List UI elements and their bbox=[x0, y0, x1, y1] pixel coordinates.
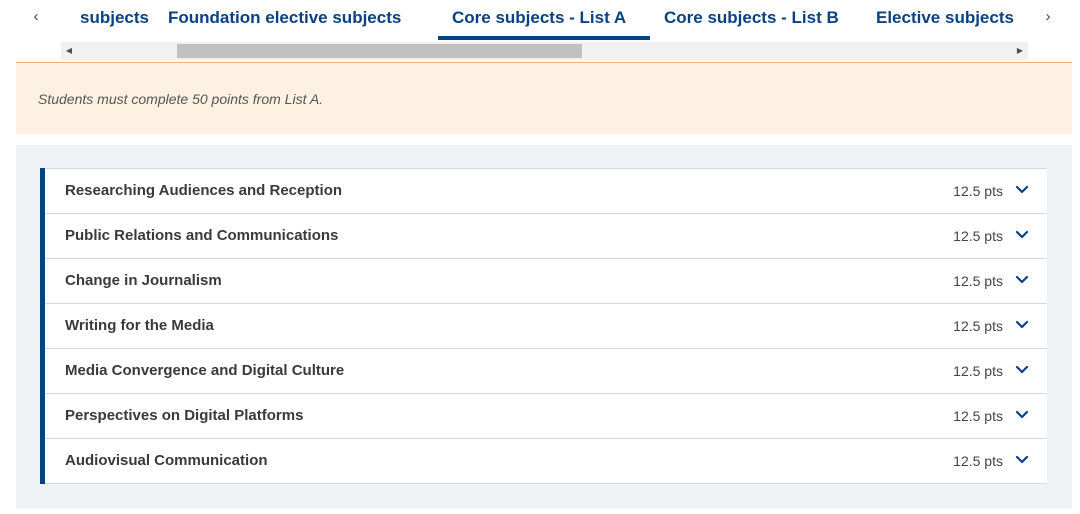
subject-row[interactable]: Researching Audiences and Reception 12.5… bbox=[45, 168, 1047, 214]
chevron-down-icon[interactable] bbox=[1015, 275, 1029, 285]
chevron-left-icon[interactable]: ‹ bbox=[25, 6, 47, 28]
chevron-down-icon[interactable] bbox=[1015, 230, 1029, 240]
chevron-down-icon[interactable] bbox=[1015, 410, 1029, 420]
subject-title: Audiovisual Communication bbox=[65, 452, 268, 469]
tab-foundation-elective-subjects[interactable]: Foundation elective subjects bbox=[154, 0, 415, 40]
chevron-down-icon[interactable] bbox=[1015, 365, 1029, 375]
horizontal-scrollbar[interactable]: ◀ ▶ bbox=[61, 42, 1028, 60]
tab-elective-subjects[interactable]: Elective subjects bbox=[862, 0, 1028, 40]
subject-points: 12.5 pts bbox=[953, 183, 1003, 199]
triangle-left-icon[interactable]: ◀ bbox=[61, 42, 77, 60]
subject-row[interactable]: Change in Journalism 12.5 pts bbox=[45, 259, 1047, 304]
chevron-down-icon[interactable] bbox=[1015, 455, 1029, 465]
chevron-down-icon[interactable] bbox=[1015, 185, 1029, 195]
subject-list: Researching Audiences and Reception 12.5… bbox=[40, 168, 1047, 484]
triangle-right-icon[interactable]: ▶ bbox=[1012, 42, 1028, 60]
subject-row[interactable]: Audiovisual Communication 12.5 pts bbox=[45, 439, 1047, 484]
tab-subjects[interactable]: subjects bbox=[66, 0, 163, 40]
subject-points: 12.5 pts bbox=[953, 408, 1003, 424]
tab-core-subjects-list-a[interactable]: Core subjects - List A bbox=[438, 0, 650, 40]
subject-title: Researching Audiences and Reception bbox=[65, 182, 343, 199]
subject-row[interactable]: Media Convergence and Digital Culture 12… bbox=[45, 349, 1047, 394]
chevron-down-icon[interactable] bbox=[1015, 320, 1029, 330]
subject-points: 12.5 pts bbox=[953, 453, 1003, 469]
subject-row[interactable]: Perspectives on Digital Platforms 12.5 p… bbox=[45, 394, 1047, 439]
subject-row[interactable]: Writing for the Media 12.5 pts bbox=[45, 304, 1047, 349]
subject-title: Change in Journalism bbox=[65, 272, 222, 289]
chevron-right-icon[interactable]: › bbox=[1037, 6, 1059, 28]
subject-title: Media Convergence and Digital Culture bbox=[65, 362, 345, 379]
subject-title: Public Relations and Communications bbox=[65, 227, 339, 244]
subject-title: Perspectives on Digital Platforms bbox=[65, 407, 304, 424]
tab-bar: ‹ subjects Foundation elective subjects … bbox=[0, 0, 1080, 42]
notice-text: Students must complete 50 points from Li… bbox=[38, 91, 324, 107]
notice-banner: Students must complete 50 points from Li… bbox=[16, 62, 1072, 134]
subject-points: 12.5 pts bbox=[953, 273, 1003, 289]
tab-core-subjects-list-b[interactable]: Core subjects - List B bbox=[650, 0, 853, 40]
subject-title: Writing for the Media bbox=[65, 317, 214, 334]
subjects-panel: Researching Audiences and Reception 12.5… bbox=[16, 145, 1072, 509]
subject-points: 12.5 pts bbox=[953, 363, 1003, 379]
subject-row[interactable]: Public Relations and Communications 12.5… bbox=[45, 214, 1047, 259]
scrollbar-thumb[interactable] bbox=[177, 44, 582, 58]
subject-points: 12.5 pts bbox=[953, 228, 1003, 244]
subject-points: 12.5 pts bbox=[953, 318, 1003, 334]
